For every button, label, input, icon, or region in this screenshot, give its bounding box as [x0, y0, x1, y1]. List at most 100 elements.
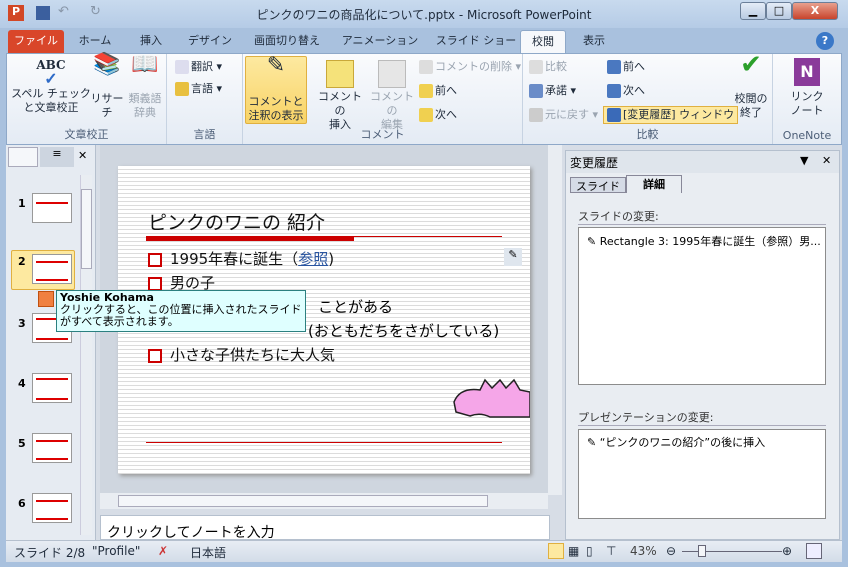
- label: ノート: [790, 104, 824, 117]
- normal-view-icon[interactable]: [548, 543, 564, 559]
- label: コメントの: [318, 90, 362, 117]
- label: スペル チェック: [11, 87, 91, 100]
- status-bar: スライド 2/8 "Profile" ✗ 日本語 ▦ ▯ ⊤ 43% ⊖ ⊕: [6, 540, 842, 562]
- slide-thumbnail[interactable]: [32, 493, 72, 523]
- edit-comment-icon: [378, 60, 406, 88]
- slideshow-icon[interactable]: ⊤: [606, 544, 616, 558]
- reference-link[interactable]: 参照: [298, 250, 328, 268]
- change-item[interactable]: ✎ Rectangle 3: 1995年春に誕生（参照）男...: [579, 228, 825, 254]
- label: 校閲の: [734, 92, 768, 105]
- linked-notes-button[interactable]: N リンク ノート: [787, 58, 827, 118]
- new-comment-button[interactable]: コメントの 挿入: [313, 58, 367, 132]
- research-button[interactable]: 📚 リサーチ: [87, 54, 127, 120]
- language-button[interactable]: 言語 ▾: [175, 82, 222, 96]
- thesaurus-button[interactable]: 📖 類義語 辞典: [125, 54, 165, 120]
- previous-comment-button[interactable]: 前へ: [419, 84, 457, 98]
- zoom-out-icon[interactable]: ⊖: [666, 544, 676, 558]
- group-comments: ✎ コメントと 注釈の表示 コメントの 挿入 コメントの 編集 コメントの削除 ▾ 前へ…: [243, 54, 523, 144]
- language-indicator[interactable]: 日本語: [190, 544, 226, 561]
- slide-thumbnail[interactable]: [32, 254, 72, 284]
- change-text: “ピンクのワニの紹介”の後に挿入: [599, 436, 766, 449]
- minimize-button[interactable]: ▁: [740, 2, 766, 20]
- tab-insert[interactable]: 挿入: [128, 30, 174, 54]
- end-review-icon: ✔: [740, 50, 762, 80]
- tab-file[interactable]: ファイル: [8, 30, 64, 54]
- revision-marker-icon[interactable]: ✎: [504, 248, 522, 266]
- label: 比較: [545, 60, 567, 73]
- change-item[interactable]: ✎ “ピンクのワニの紹介”の後に挿入: [579, 430, 825, 454]
- fit-to-window-icon[interactable]: [806, 543, 822, 559]
- tab-slides[interactable]: スライド: [570, 177, 626, 193]
- reject-icon: [529, 108, 543, 122]
- zoom-in-icon[interactable]: ⊕: [782, 544, 792, 558]
- close-pane-icon[interactable]: ✕: [78, 149, 87, 162]
- revision-tooltip: Yoshie Kohama クリックすると、この位置に挿入されたスライドがすべて…: [56, 290, 306, 332]
- help-icon[interactable]: ?: [816, 32, 834, 50]
- tab-review[interactable]: 校閲: [520, 30, 566, 54]
- revisions-pane-button[interactable]: [変更履歴] ウィンドウ: [603, 106, 739, 124]
- label: 元に戻す: [545, 108, 589, 121]
- slide-sorter-icon[interactable]: ▦: [568, 544, 579, 558]
- group-label: コメント: [360, 128, 405, 141]
- revisions-pane: 変更履歴 ▼ ✕ スライド 詳細 スライドの変更: ✎ Rectangle 3:…: [565, 150, 840, 540]
- pane-menu-icon[interactable]: ▼: [800, 154, 808, 167]
- tab-design[interactable]: デザイン: [180, 30, 240, 54]
- next-change-button[interactable]: 次へ: [607, 84, 645, 98]
- tab-details[interactable]: 詳細: [626, 175, 682, 193]
- group-onenote: N リンク ノート OneNote: [773, 54, 841, 144]
- spell-check-button[interactable]: ABC ✓ スペル チェック と文章校正: [11, 58, 91, 115]
- slide-number: 6: [18, 497, 26, 510]
- ribbon-tabs: ファイル ホーム 挿入 デザイン 画面切り替え アニメーション スライド ショー…: [6, 28, 842, 54]
- maximize-button[interactable]: □: [766, 2, 792, 20]
- title-underline: [146, 236, 502, 237]
- previous-change-button[interactable]: 前へ: [607, 60, 645, 74]
- bullet-text-partial: ことがある: [318, 298, 394, 316]
- edit-icon: ✎: [587, 436, 600, 449]
- notes-pane[interactable]: クリックしてノートを入力: [100, 515, 550, 541]
- spelling-icon[interactable]: ✗: [158, 544, 168, 558]
- delete-comment-button[interactable]: コメントの削除 ▾: [419, 60, 521, 74]
- next-comment-button[interactable]: 次へ: [419, 108, 457, 122]
- scroll-thumb[interactable]: [81, 189, 92, 269]
- tab-home[interactable]: ホーム: [70, 30, 120, 54]
- tab-slideshow[interactable]: スライド ショー: [430, 30, 522, 54]
- zoom-slider-thumb[interactable]: [698, 545, 706, 557]
- reading-view-icon[interactable]: ▯: [586, 544, 593, 558]
- slide-thumbnail[interactable]: [32, 433, 72, 463]
- onenote-icon: N: [794, 58, 820, 86]
- group-language: 翻訳 ▾ 言語 ▾ 言語: [167, 54, 243, 144]
- horizontal-scrollbar[interactable]: [100, 493, 548, 509]
- window-title: ピンクのワニの商品化について.pptx - Microsoft PowerPoi…: [256, 8, 592, 22]
- end-review-button[interactable]: ✔ 校閲の 終了: [731, 50, 771, 120]
- markup-icon: ✎: [266, 53, 286, 78]
- ribbon: ABC ✓ スペル チェック と文章校正 📚 リサーチ 📖 類義語 辞典 文章校正 翻訳 ▾…: [6, 50, 842, 145]
- compare-button[interactable]: 比較: [529, 60, 567, 74]
- accept-button[interactable]: 承諾 ▾: [529, 84, 576, 98]
- close-button[interactable]: X: [792, 2, 838, 20]
- slide-changes-list: ✎ Rectangle 3: 1995年春に誕生（参照）男...: [578, 227, 826, 385]
- scroll-thumb[interactable]: [118, 495, 488, 507]
- tab-animations[interactable]: アニメーション: [336, 30, 424, 54]
- language-icon: [175, 82, 189, 96]
- show-markup-button[interactable]: ✎ コメントと 注釈の表示: [245, 53, 307, 124]
- bullet-item: 1995年春に誕生（参照): [148, 248, 334, 269]
- tab-transitions[interactable]: 画面切り替え: [246, 30, 328, 54]
- slide-thumbnail[interactable]: [32, 193, 72, 223]
- translate-button[interactable]: 翻訳 ▾: [175, 60, 222, 74]
- label: 次へ: [623, 84, 645, 97]
- zoom-slider[interactable]: [682, 551, 782, 552]
- outline-tab[interactable]: ≡: [40, 147, 74, 167]
- revision-marker-icon[interactable]: [38, 291, 54, 307]
- reject-button[interactable]: 元に戻す ▾: [529, 108, 598, 122]
- previous-icon: [419, 84, 433, 98]
- slide-thumbnail[interactable]: [32, 373, 72, 403]
- slides-tab[interactable]: [8, 147, 38, 167]
- edit-comment-button[interactable]: コメントの 編集: [365, 58, 419, 132]
- pane-close-icon[interactable]: ✕: [822, 154, 831, 167]
- vertical-scrollbar[interactable]: [548, 145, 562, 495]
- next-icon: [607, 84, 621, 98]
- tab-view[interactable]: 表示: [572, 30, 616, 54]
- zoom-level[interactable]: 43%: [630, 544, 657, 558]
- slides-scrollbar[interactable]: [80, 175, 92, 535]
- title-bar: P ↶ ↻ ピンクのワニの商品化について.pptx - Microsoft Po…: [0, 0, 848, 28]
